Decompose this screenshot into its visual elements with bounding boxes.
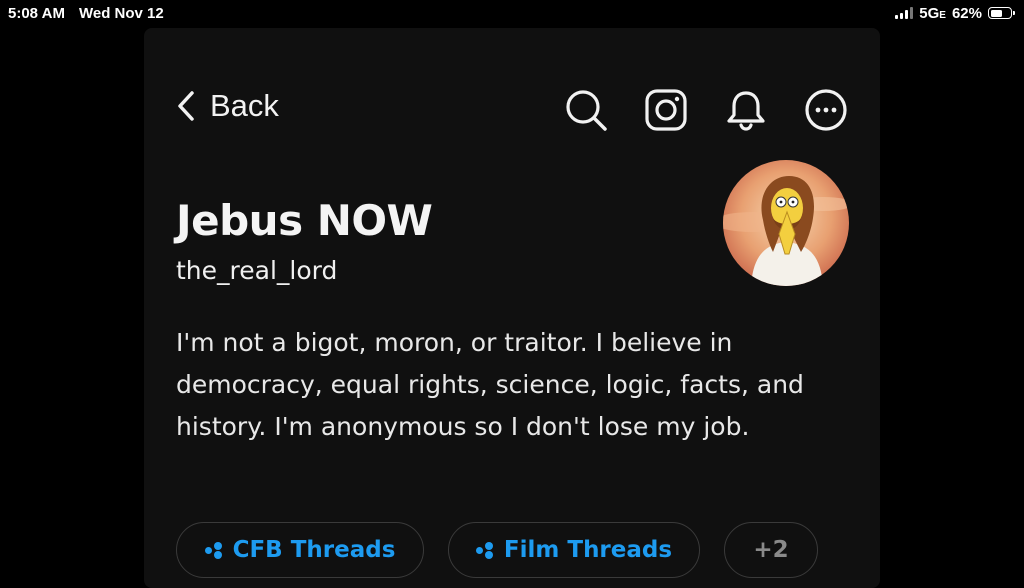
- status-right: 5GE 62%: [895, 5, 1024, 22]
- network-subtype: E: [939, 9, 946, 21]
- status-date: Wed Nov 12: [78, 4, 164, 22]
- status-time: 5:08 AM: [8, 4, 65, 22]
- profile-panel: Back Jebus NOW the_real_lord I'm not a b…: [144, 28, 880, 588]
- instagram-icon: [645, 89, 687, 131]
- notifications-button[interactable]: [724, 88, 768, 132]
- back-button[interactable]: Back: [176, 88, 279, 124]
- battery-fill: [990, 9, 1003, 17]
- header-actions: [564, 88, 848, 132]
- battery-percent: 62%: [951, 4, 982, 22]
- search-icon: [566, 90, 607, 131]
- threads-icon: [204, 541, 225, 559]
- more-icon: [805, 89, 847, 131]
- signal-icon: [895, 7, 914, 19]
- battery-icon: [988, 7, 1015, 19]
- tag-cfb-threads[interactable]: CFB Threads: [176, 522, 424, 578]
- status-bar: 5:08 AM Wed Nov 12 5GE 62%: [0, 0, 1024, 26]
- chevron-left-icon: [178, 91, 194, 121]
- avatar-image: [723, 160, 849, 286]
- avatar[interactable]: [723, 160, 849, 286]
- instagram-button[interactable]: [644, 88, 688, 132]
- tag-label: Film Threads: [503, 537, 673, 563]
- more-tags-button[interactable]: +2: [724, 522, 818, 578]
- network-type: 5GE: [919, 4, 946, 22]
- bio-text: I'm not a bigot, moron, or traitor. I be…: [176, 328, 804, 441]
- tag-label: CFB Threads: [232, 537, 396, 563]
- tag-film-threads[interactable]: Film Threads: [448, 522, 700, 578]
- tag-list: CFB Threads Film Threads +2: [176, 522, 818, 578]
- display-name: Jebus NOW: [176, 196, 433, 245]
- bell-icon: [727, 91, 765, 131]
- more-button[interactable]: [804, 88, 848, 132]
- back-label: Back: [210, 88, 279, 123]
- status-left: 5:08 AM Wed Nov 12: [0, 5, 164, 22]
- username: the_real_lord: [176, 256, 338, 285]
- threads-icon: [475, 541, 496, 559]
- search-button[interactable]: [564, 88, 608, 132]
